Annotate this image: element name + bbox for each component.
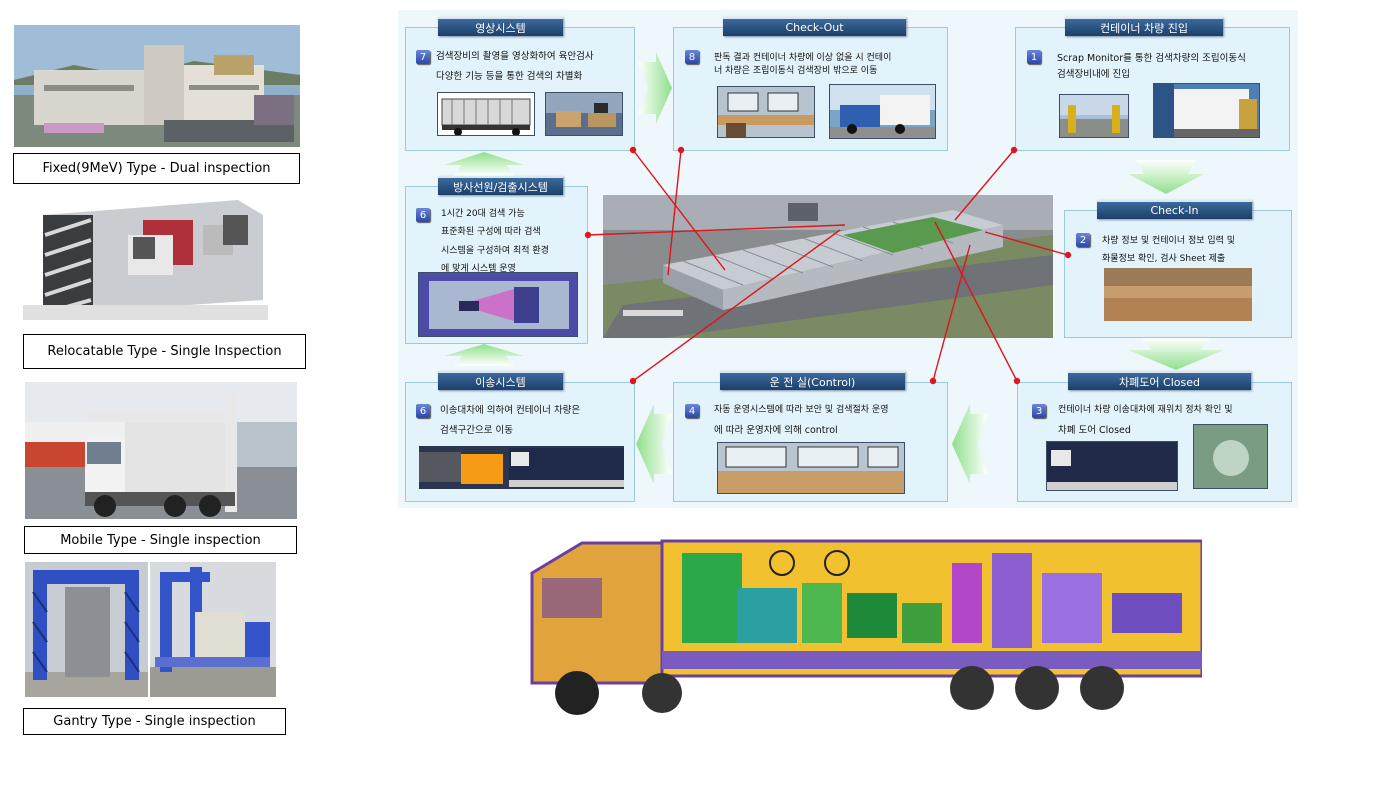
xray-truck-scan bbox=[512, 533, 1202, 720]
